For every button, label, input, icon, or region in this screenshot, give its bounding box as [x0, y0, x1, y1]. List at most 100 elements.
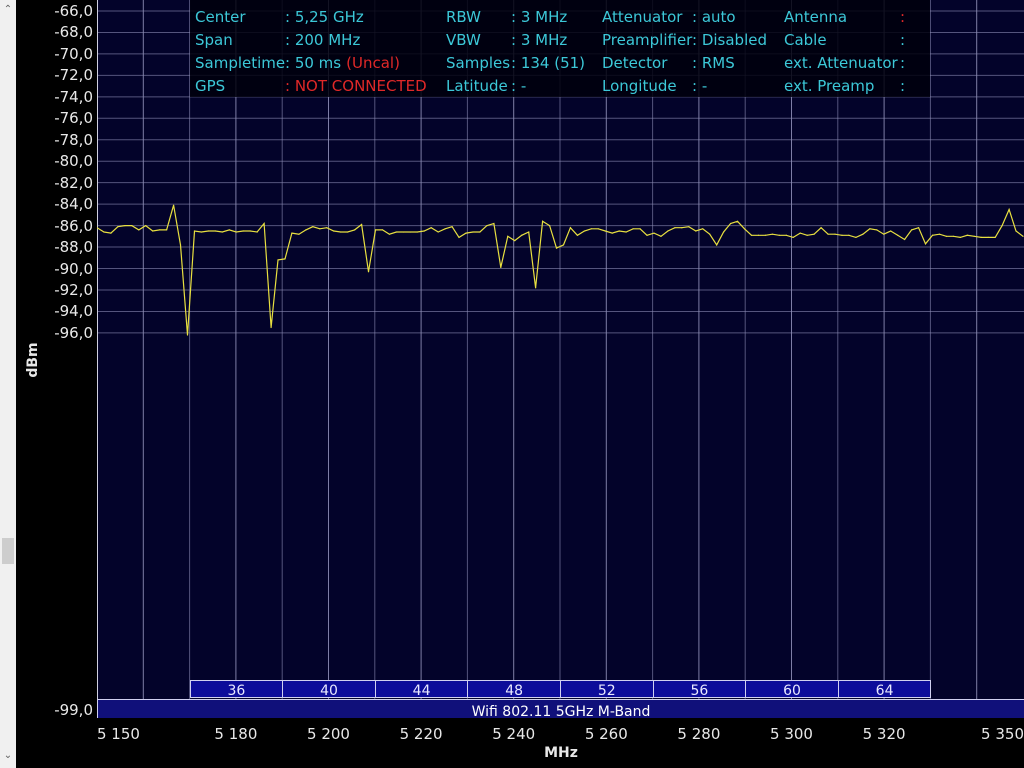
- channel-52: 52: [560, 680, 654, 699]
- trace-point: [750, 234, 753, 236]
- trace-point: [256, 231, 258, 233]
- scrollbar-thumb[interactable]: [2, 538, 14, 564]
- trace-point: [945, 235, 948, 237]
- trace-point: [973, 235, 975, 237]
- info-colon: :: [692, 77, 702, 95]
- trace-point: [723, 231, 725, 233]
- trace-point: [284, 258, 286, 260]
- trace-point: [583, 230, 585, 232]
- trace-point: [521, 234, 523, 236]
- trace-point: [228, 229, 230, 231]
- trace-point: [904, 238, 906, 241]
- trace-point: [179, 244, 182, 246]
- info-label: Cable: [784, 31, 827, 49]
- trace-point: [729, 222, 732, 225]
- trace-point: [514, 240, 516, 242]
- x-tick-label: 5 320: [862, 725, 906, 743]
- trace-point: [1001, 225, 1003, 227]
- trace-point: [611, 232, 613, 234]
- trace-point: [555, 247, 558, 249]
- trace-point: [827, 233, 829, 235]
- info-label: Attenuator: [602, 8, 683, 26]
- info-value: :: [900, 77, 905, 95]
- y-tick-label: -72,0: [54, 66, 93, 85]
- x-tick-label: 5 150: [97, 725, 140, 743]
- trace-point: [326, 227, 328, 229]
- trace-point: [736, 220, 739, 222]
- trace-point: [764, 234, 766, 236]
- trace-point: [883, 233, 885, 235]
- trace-point: [444, 228, 446, 230]
- info-value: : 200 MHz: [285, 31, 360, 49]
- info-colon: :: [511, 31, 521, 49]
- info-colon: :: [285, 31, 295, 49]
- trace-point: [193, 230, 196, 232]
- info-colon: :: [900, 54, 906, 72]
- trace-point: [1008, 208, 1010, 211]
- channel-40: 40: [282, 680, 376, 699]
- trace-point: [869, 228, 871, 230]
- info-colon: :: [900, 31, 906, 49]
- vertical-scrollbar[interactable]: ⌃ ⌄: [0, 0, 16, 768]
- trace-point: [562, 244, 565, 246]
- trace-point: [465, 232, 467, 234]
- x-tick-label: 5 350: [981, 725, 1024, 743]
- trace-point: [541, 220, 544, 222]
- trace-point: [138, 229, 140, 231]
- info-value-text: 134 (51): [520, 54, 586, 72]
- trace-point: [660, 235, 662, 237]
- trace-point: [716, 244, 718, 246]
- y-tick-label: -92,0: [54, 280, 93, 299]
- channel-44: 44: [374, 680, 469, 699]
- info-value-text: 5,25 GHz: [294, 8, 364, 26]
- x-tick-label: 5 260: [584, 725, 628, 743]
- info-value: : -: [511, 77, 526, 95]
- x-axis-label: MHz: [544, 745, 578, 761]
- scroll-up-icon[interactable]: ⌃: [0, 2, 16, 18]
- info-label: Preamplifier: [602, 31, 693, 49]
- x-tick-label: 5 300: [770, 725, 813, 743]
- channel-56: 56: [652, 680, 747, 699]
- x-tick-label: 5 240: [492, 725, 536, 743]
- trace-point: [507, 235, 509, 237]
- trace-point: [834, 233, 836, 235]
- trace-point: [994, 236, 996, 239]
- y-tick-label: -78,0: [54, 130, 93, 149]
- trace-point: [235, 231, 237, 233]
- x-tick-label: 5 200: [307, 725, 350, 743]
- info-colon: :: [285, 77, 295, 95]
- info-label: Longitude: [602, 77, 677, 95]
- info-colon: :: [511, 77, 521, 95]
- trace-point: [590, 228, 592, 230]
- trace-point: [305, 229, 307, 231]
- trace-point: [172, 204, 175, 206]
- info-value-text: auto: [701, 8, 736, 26]
- band-label: Wifi 802.11 5GHz M-Band: [97, 699, 1024, 718]
- info-panel: Center: 5,25 GHz RBW: 3 MHz Attenuator: au…: [190, 0, 930, 97]
- trace-point: [709, 233, 711, 235]
- trace-point: [437, 231, 439, 233]
- trace-point: [966, 234, 968, 236]
- trace-point: [576, 234, 579, 236]
- trace-point: [743, 228, 746, 230]
- trace-point: [388, 233, 391, 235]
- y-tick-label: -80,0: [54, 152, 93, 171]
- info-colon: :: [285, 54, 295, 72]
- channel-36: 36: [189, 680, 284, 699]
- trace-point: [200, 231, 203, 233]
- y-tick-label: -94,0: [54, 302, 93, 321]
- trace-point: [952, 235, 954, 237]
- trace-point: [987, 236, 989, 239]
- scroll-down-icon[interactable]: ⌄: [0, 748, 16, 764]
- trace-point: [959, 236, 961, 239]
- trace-point: [667, 230, 669, 232]
- trace-point: [674, 227, 676, 229]
- trace-point: [681, 227, 683, 229]
- info-colon: :: [692, 31, 702, 49]
- trace-point: [841, 234, 843, 236]
- info-label: Detector: [602, 54, 668, 72]
- trace-point: [1022, 235, 1024, 237]
- y-tick-label: -99,0: [54, 701, 93, 719]
- trace-point: [938, 233, 941, 235]
- info-label: RBW: [446, 8, 482, 26]
